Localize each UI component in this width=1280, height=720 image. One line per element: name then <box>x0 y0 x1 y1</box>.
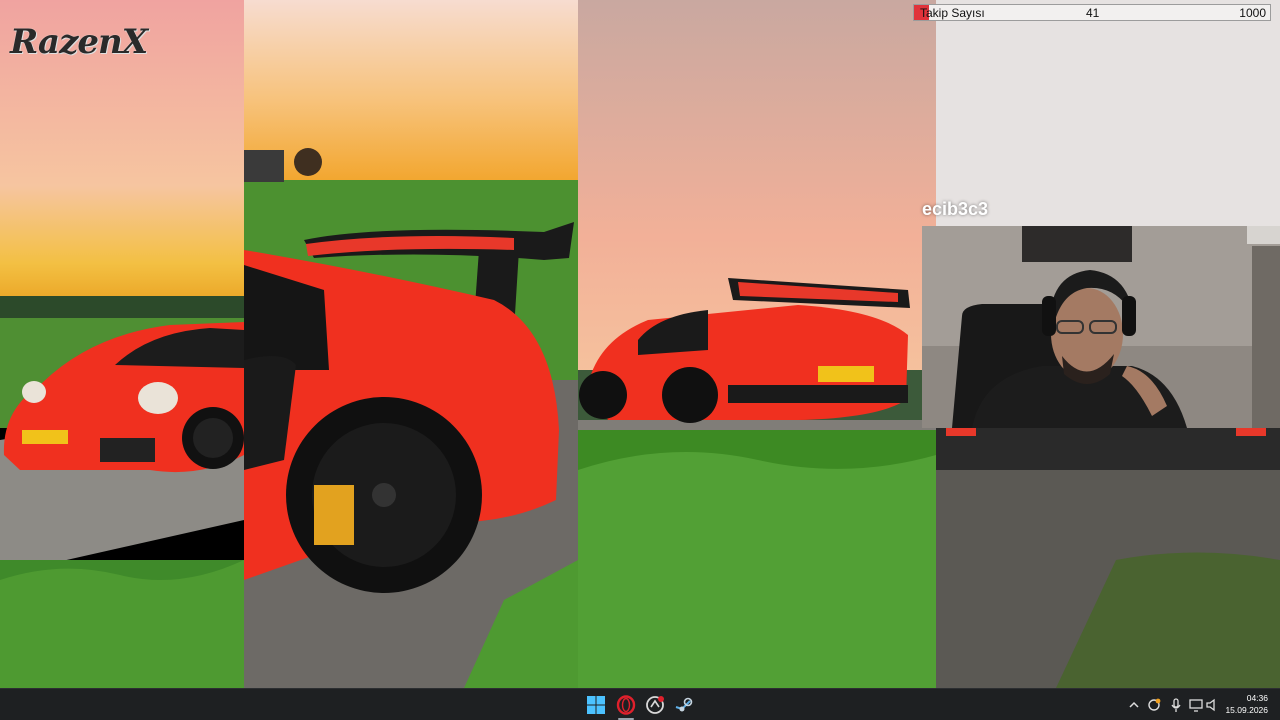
clock-time: 04:36 <box>1246 693 1268 703</box>
channel-logo: RazenX <box>10 16 148 68</box>
photo-panel-front <box>0 0 244 688</box>
photo-panel-rear <box>578 0 936 688</box>
chevron-up-icon[interactable] <box>1126 697 1142 713</box>
microphone-icon[interactable] <box>1168 697 1184 713</box>
follower-goal-bar: Takip Sayısı 41 1000 <box>913 4 1271 21</box>
windows-start-icon[interactable] <box>584 693 608 717</box>
volume-icon[interactable] <box>1204 697 1220 713</box>
sync-icon[interactable] <box>1146 697 1162 713</box>
stream-scene: RazenX Takip Sayısı 41 1000 ecib3c3 04:3… <box>0 0 1280 720</box>
photo-panel-wing <box>244 0 578 688</box>
follower-goal-target: 1000 <box>1239 6 1266 20</box>
steam-icon[interactable] <box>672 693 696 717</box>
system-clock[interactable]: 04:36 15.09.2026 <box>1225 692 1268 716</box>
webcam-username: ecib3c3 <box>922 199 989 219</box>
display-icon[interactable] <box>1188 697 1204 713</box>
clock-date: 15.09.2026 <box>1225 705 1268 715</box>
opera-icon[interactable] <box>614 693 638 717</box>
logo-text: RazenX <box>10 22 148 62</box>
follower-goal-current: 41 <box>1086 6 1100 20</box>
webcam-feed <box>922 226 1280 428</box>
taskbar: 04:36 15.09.2026 <box>0 688 1280 720</box>
game-launcher-icon[interactable] <box>643 693 667 717</box>
follower-goal-label: Takip Sayısı <box>920 6 985 20</box>
